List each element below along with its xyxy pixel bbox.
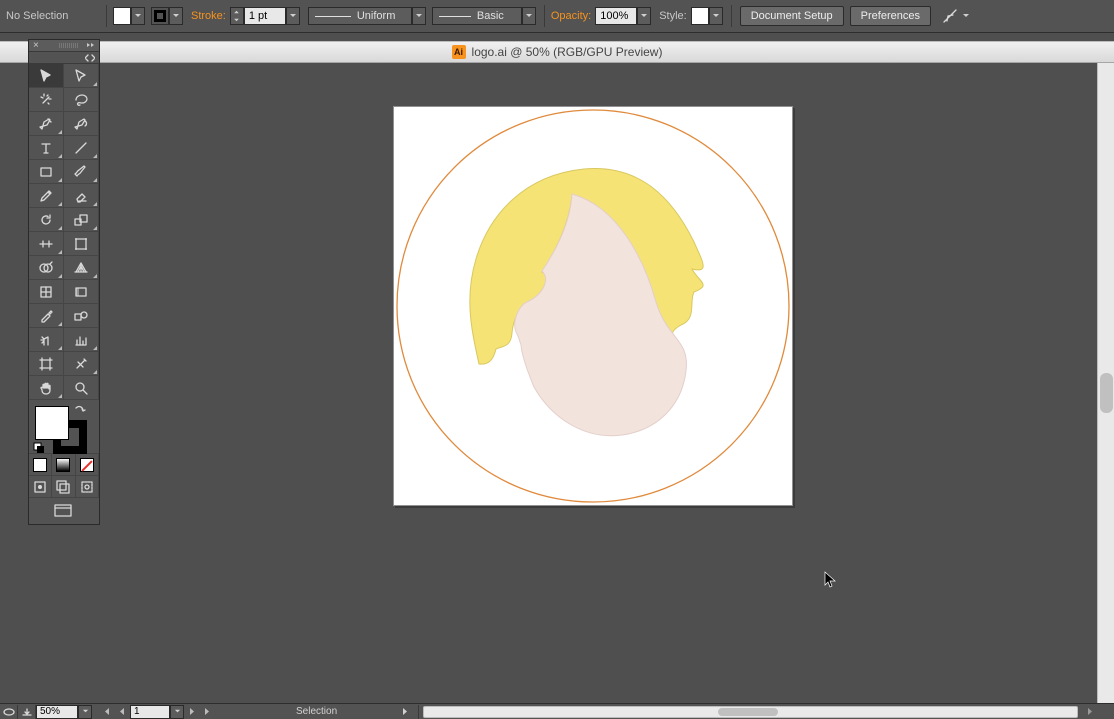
swap-fill-stroke-icon[interactable] xyxy=(73,404,87,421)
line-segment-tool[interactable] xyxy=(64,136,99,160)
selection-tool[interactable] xyxy=(29,64,64,88)
last-artboard-button[interactable] xyxy=(200,705,216,719)
document-title-bar: Ai logo.ai @ 50% (RGB/GPU Preview) xyxy=(0,41,1114,63)
free-transform-tool[interactable] xyxy=(64,232,99,256)
lasso-tool[interactable] xyxy=(64,88,99,112)
rotate-tool[interactable] xyxy=(29,208,64,232)
mesh-tool[interactable] xyxy=(29,280,64,304)
vertical-scrollbar[interactable] xyxy=(1097,63,1114,703)
slice-tool[interactable] xyxy=(64,352,99,376)
artboard-number-input[interactable] xyxy=(130,705,170,719)
magic-wand-tool[interactable] xyxy=(29,88,64,112)
artboard[interactable] xyxy=(393,106,793,506)
fill-swatch[interactable] xyxy=(113,7,131,25)
artboard-dropdown[interactable] xyxy=(170,705,184,719)
status-menu-arrow[interactable] xyxy=(397,705,413,719)
width-tool[interactable] xyxy=(29,232,64,256)
stroke-label: Stroke: xyxy=(191,10,226,22)
shape-builder-tool[interactable] xyxy=(29,256,64,280)
rectangle-tool[interactable] xyxy=(29,160,64,184)
eraser-tool[interactable] xyxy=(64,184,99,208)
status-bar: Selection xyxy=(0,703,1114,719)
panel-close-icon[interactable]: × xyxy=(33,41,39,51)
symbol-sprayer-tool[interactable] xyxy=(29,328,64,352)
first-artboard-button[interactable] xyxy=(98,705,114,719)
gradient-tool[interactable] xyxy=(64,280,99,304)
preferences-button[interactable]: Preferences xyxy=(850,6,931,26)
blend-tool[interactable] xyxy=(64,304,99,328)
current-tool-label: Selection xyxy=(296,706,337,717)
fill-swatch-control[interactable] xyxy=(113,7,145,25)
canvas-area[interactable] xyxy=(0,63,1097,703)
eyedropper-tool[interactable] xyxy=(29,304,64,328)
color-mode-solid[interactable] xyxy=(29,454,52,476)
document-title: logo.ai @ 50% (RGB/GPU Preview) xyxy=(472,45,663,59)
document-setup-button[interactable]: Document Setup xyxy=(740,6,844,26)
variable-width-profile[interactable]: Uniform xyxy=(308,7,412,25)
pencil-tool[interactable] xyxy=(29,184,64,208)
artboard-tool[interactable] xyxy=(29,352,64,376)
pen-tool[interactable] xyxy=(29,112,64,136)
vertical-scrollbar-thumb[interactable] xyxy=(1100,373,1113,413)
opacity-input[interactable] xyxy=(595,7,637,25)
zoom-tool[interactable] xyxy=(64,376,99,400)
stroke-weight-input[interactable] xyxy=(244,7,286,25)
draw-inside-icon[interactable] xyxy=(76,476,99,498)
panel-header[interactable]: × xyxy=(29,40,99,52)
scale-tool[interactable] xyxy=(64,208,99,232)
horizontal-scrollbar-thumb[interactable] xyxy=(718,708,778,716)
align-to-dropdown[interactable] xyxy=(959,7,973,25)
fill-stroke-block xyxy=(29,400,99,454)
panel-toggle-columns[interactable] xyxy=(29,52,99,64)
next-artboard-button[interactable] xyxy=(184,705,200,719)
graphic-style-swatch[interactable] xyxy=(691,7,709,25)
align-to-icon[interactable] xyxy=(941,7,959,25)
selection-label: No Selection xyxy=(6,10,96,22)
style-dropdown[interactable] xyxy=(709,7,723,25)
draw-normal-icon[interactable] xyxy=(29,476,52,498)
fill-dropdown[interactable] xyxy=(131,7,145,25)
curvature-tool[interactable] xyxy=(64,112,99,136)
status-gpu-icon[interactable] xyxy=(0,705,18,719)
control-bar: No Selection Stroke: Uniform Basic Opaci… xyxy=(0,0,1114,33)
color-mode-none[interactable] xyxy=(76,454,99,476)
prev-artboard-button[interactable] xyxy=(114,705,130,719)
ai-file-icon: Ai xyxy=(452,45,466,59)
paintbrush-tool[interactable] xyxy=(64,160,99,184)
zoom-dropdown[interactable] xyxy=(78,705,92,719)
stroke-weight-dropdown[interactable] xyxy=(286,7,300,25)
style-label: Style: xyxy=(659,10,687,22)
profile-dropdown[interactable] xyxy=(412,7,426,25)
stroke-dropdown[interactable] xyxy=(169,7,183,25)
stroke-swatch-control[interactable] xyxy=(151,7,183,25)
panel-collapse-icon[interactable] xyxy=(84,41,96,50)
default-fill-stroke-icon[interactable] xyxy=(33,442,45,457)
status-export-icon[interactable] xyxy=(18,705,36,719)
column-graph-tool[interactable] xyxy=(64,328,99,352)
hand-tool[interactable] xyxy=(29,376,64,400)
stroke-weight-spinner[interactable] xyxy=(230,7,244,25)
brush-dropdown[interactable] xyxy=(522,7,536,25)
hscroll-right-icon[interactable] xyxy=(1082,705,1098,719)
stroke-swatch[interactable] xyxy=(151,7,169,25)
draw-behind-icon[interactable] xyxy=(52,476,75,498)
screen-mode-button[interactable] xyxy=(29,498,99,524)
tools-panel: × xyxy=(28,39,100,525)
type-tool[interactable] xyxy=(29,136,64,160)
fill-color-swatch[interactable] xyxy=(35,406,69,440)
direct-selection-tool[interactable] xyxy=(64,64,99,88)
zoom-input[interactable] xyxy=(36,705,78,719)
horizontal-scrollbar[interactable] xyxy=(423,706,1078,718)
opacity-label: Opacity: xyxy=(551,10,591,22)
panel-grip[interactable] xyxy=(59,43,79,48)
opacity-dropdown[interactable] xyxy=(637,7,651,25)
brush-definition[interactable]: Basic xyxy=(432,7,522,25)
perspective-grid-tool[interactable] xyxy=(64,256,99,280)
color-mode-gradient[interactable] xyxy=(52,454,75,476)
